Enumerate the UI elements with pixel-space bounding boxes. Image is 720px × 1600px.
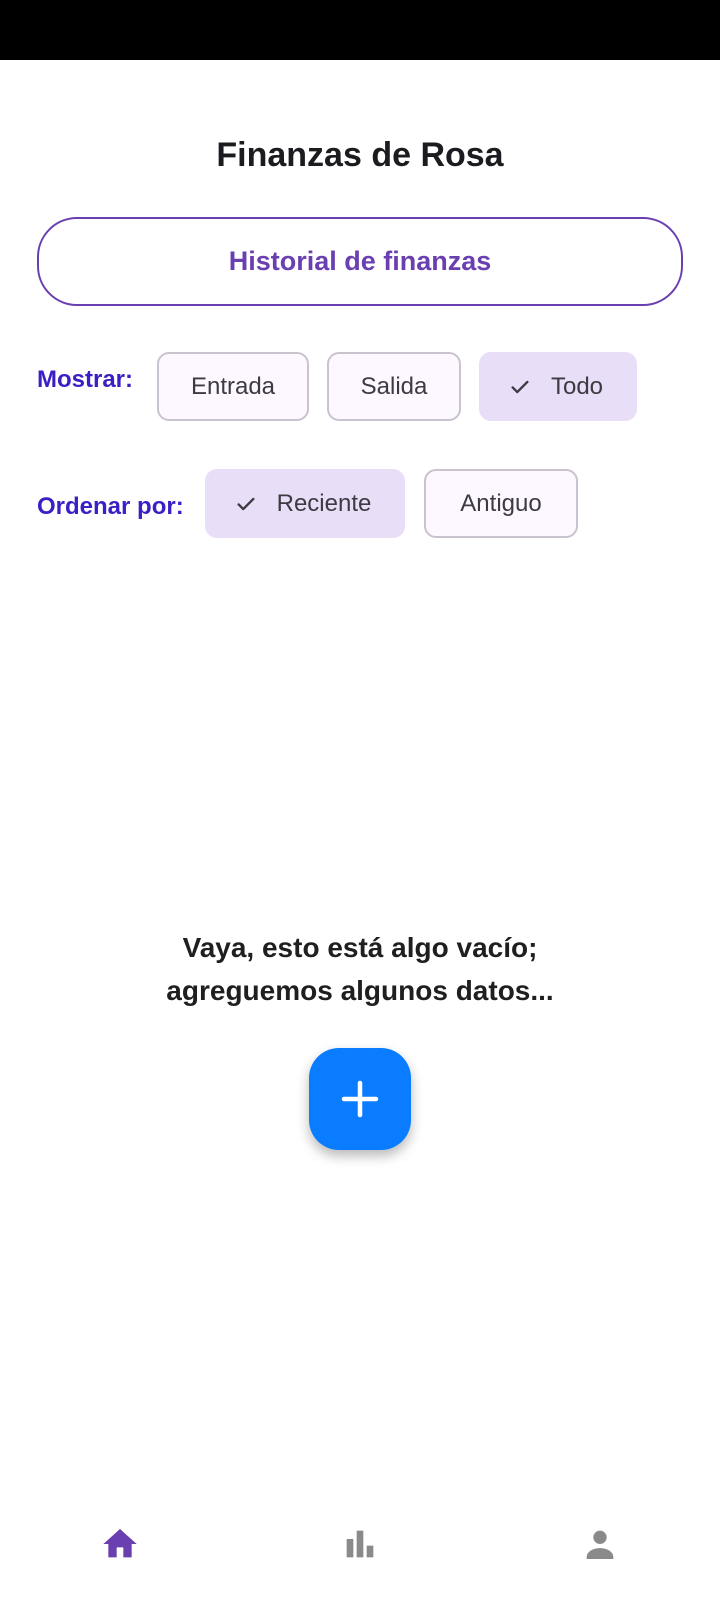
nav-home[interactable] [90,1514,150,1574]
chip-entrada-label: Entrada [190,372,276,400]
page-title: Finanzas de Rosa [216,136,504,174]
nav-stats[interactable] [330,1514,390,1574]
check-icon [511,380,529,393]
check-icon [237,497,255,510]
person-icon [586,1530,614,1559]
add-button[interactable] [309,1048,411,1150]
plus-icon [341,1080,379,1118]
empty-state-line-2: agreguemos algunos datos... [166,975,554,1006]
chip-antiguo[interactable]: Antiguo [424,469,578,538]
status-bar [0,0,720,60]
chip-reciente-label: Reciente [276,489,372,517]
bottom-nav [0,1492,720,1600]
chip-salida-label: Salida [360,372,428,400]
show-filter-label: Mostrar: [37,366,134,393]
chip-todo[interactable]: Todo [479,352,637,421]
sort-filter-label: Ordenar por: [37,493,184,520]
empty-state-message: Vaya, esto está algo vacío; agreguemos a… [0,926,720,1012]
home-icon [103,1529,137,1558]
history-button[interactable]: Historial de finanzas [37,217,683,306]
nav-profile[interactable] [570,1514,630,1574]
chip-antiguo-label: Antiguo [460,489,542,517]
chip-reciente[interactable]: Reciente [205,469,405,538]
chip-todo-label: Todo [550,372,604,400]
bar-chart-icon [346,1530,374,1558]
chip-entrada[interactable]: Entrada [157,352,309,421]
chip-salida[interactable]: Salida [327,352,461,421]
empty-state-line-1: Vaya, esto está algo vacío; [182,932,538,963]
